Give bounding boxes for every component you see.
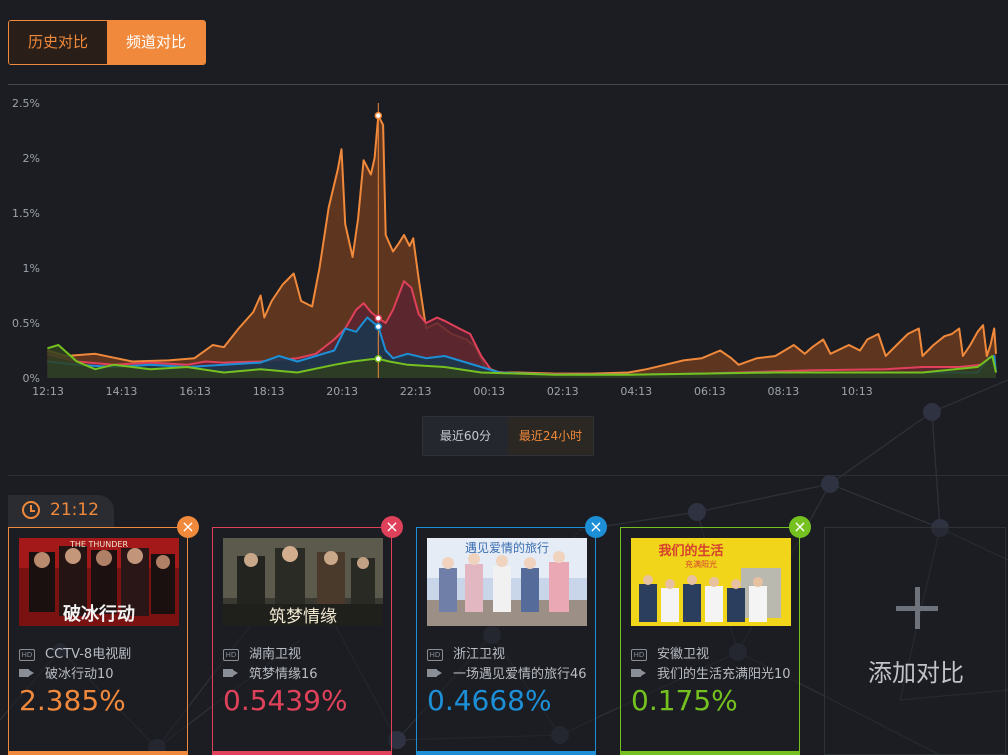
poster-title: 破冰行动 [63,603,135,625]
channel-compare-tab[interactable]: 频道对比 [107,21,205,64]
x-tick-label: 02:13 [547,385,579,398]
show-name: 筑梦情缘16 [249,667,318,682]
clock-icon [22,501,40,519]
channel-name: CCTV-8电视剧 [45,647,132,662]
channel-name: 浙江卫视 [453,647,506,662]
video-camera-icon [427,669,442,677]
add-comparison-button[interactable]: 添加对比 [824,527,1006,755]
x-tick-label: 00:13 [473,385,505,398]
remove-card-button[interactable]: × [585,516,607,538]
time-tab: 21:12 [8,495,114,527]
remove-card-button[interactable]: × [177,516,199,538]
rating-value: 0.175% [631,684,738,717]
compare-mode-toggle: 历史对比 频道对比 [8,20,206,65]
rating-value: 2.385% [19,684,126,717]
cursor-marker [374,355,383,363]
show-poster: THE THUNDER 破冰行动 [19,538,179,626]
poster-title: 我们的生活 [658,543,723,559]
channel-name: 湖南卫视 [249,647,302,662]
channel-card[interactable]: THE THUNDER 破冰行动 × HD CCTV-8电视剧 破冰行动10 2.… [8,516,199,755]
top-divider [8,84,1008,85]
y-tick-label: 0% [23,372,40,385]
series-layer [47,114,997,378]
series-line [47,114,997,375]
y-tick-label: 2% [23,152,40,165]
y-tick-label: 0.5% [12,317,40,330]
plus-icon [896,587,938,629]
recent-60-min-tab[interactable]: 最近60分 [423,417,508,455]
y-tick-label: 2.5% [12,97,40,110]
video-camera-icon [631,669,646,677]
y-tick-label: 1.5% [12,207,40,220]
channel-card[interactable]: 遇见爱情的旅行 × HD 浙江卫视 一场遇见爱情的旅行46 0.4668% [416,516,607,755]
poster-title-en: THE THUNDER [69,540,128,549]
x-tick-label: 20:13 [326,385,358,398]
poster-title: 遇见爱情的旅行 [465,540,549,555]
add-comparison-label: 添加对比 [868,659,964,687]
show-name: 一场遇见爱情的旅行46 [453,667,587,682]
card-color-bar [212,751,392,755]
hd-icon: HD [19,649,35,661]
x-tick-label: 04:13 [620,385,652,398]
card-color-bar [416,751,596,755]
show-poster: 筑梦情缘 [223,538,383,626]
rating-value: 0.4668% [427,684,552,717]
section-divider [8,475,1008,476]
x-tick-label: 16:13 [179,385,211,398]
poster-subtitle: 充满阳光 [685,559,717,569]
show-poster: 遇见爱情的旅行 [427,538,587,626]
recent-24-hour-tab[interactable]: 最近24小时 [508,417,593,455]
cursor-marker [374,111,383,120]
history-compare-tab[interactable]: 历史对比 [9,21,107,64]
show-name: 我们的生活充满阳光10 [657,667,791,682]
cursor-marker [374,314,383,322]
x-tick-label: 22:13 [400,385,432,398]
x-tick-label: 06:13 [694,385,726,398]
range-toggle: 最近60分 最近24小时 [422,416,594,456]
x-tick-label: 12:13 [32,385,64,398]
poster-title: 筑梦情缘 [269,607,337,626]
x-tick-label: 18:13 [253,385,285,398]
x-tick-label: 08:13 [768,385,800,398]
card-color-bar [620,751,800,755]
hd-icon: HD [427,649,443,661]
channel-card[interactable]: 我们的生活 充满阳光 × HD 安徽卫视 我们的生活充满阳光10 0.175% [620,516,811,755]
show-name: 破冰行动10 [45,667,114,682]
y-axis: 0% 0.5% 1% 1.5% 2% 2.5% [12,97,40,385]
remove-card-button[interactable]: × [381,516,403,538]
y-tick-label: 1% [23,262,40,275]
series-area [47,115,996,378]
current-time: 21:12 [50,500,99,520]
ratings-chart: 0% 0.5% 1% 1.5% 2% 2.5% 12:13 14:13 16:13 18:13 2… [12,97,997,398]
cursor-marker [374,322,383,331]
show-poster: 我们的生活 充满阳光 [631,538,791,626]
channel-card[interactable]: 筑梦情缘 × HD 湖南卫视 筑梦情缘16 0.5439% [212,516,403,755]
x-axis: 12:13 14:13 16:13 18:13 20:13 22:13 00:13 02:13… [32,385,873,398]
video-camera-icon [223,669,238,677]
hd-icon: HD [223,649,239,661]
x-tick-label: 10:13 [841,385,873,398]
channel-name: 安徽卫视 [657,647,710,662]
video-camera-icon [19,669,34,677]
rating-value: 0.5439% [223,684,348,717]
hd-icon: HD [631,649,647,661]
card-color-bar [8,751,188,755]
remove-card-button[interactable]: × [789,516,811,538]
x-tick-label: 14:13 [106,385,138,398]
